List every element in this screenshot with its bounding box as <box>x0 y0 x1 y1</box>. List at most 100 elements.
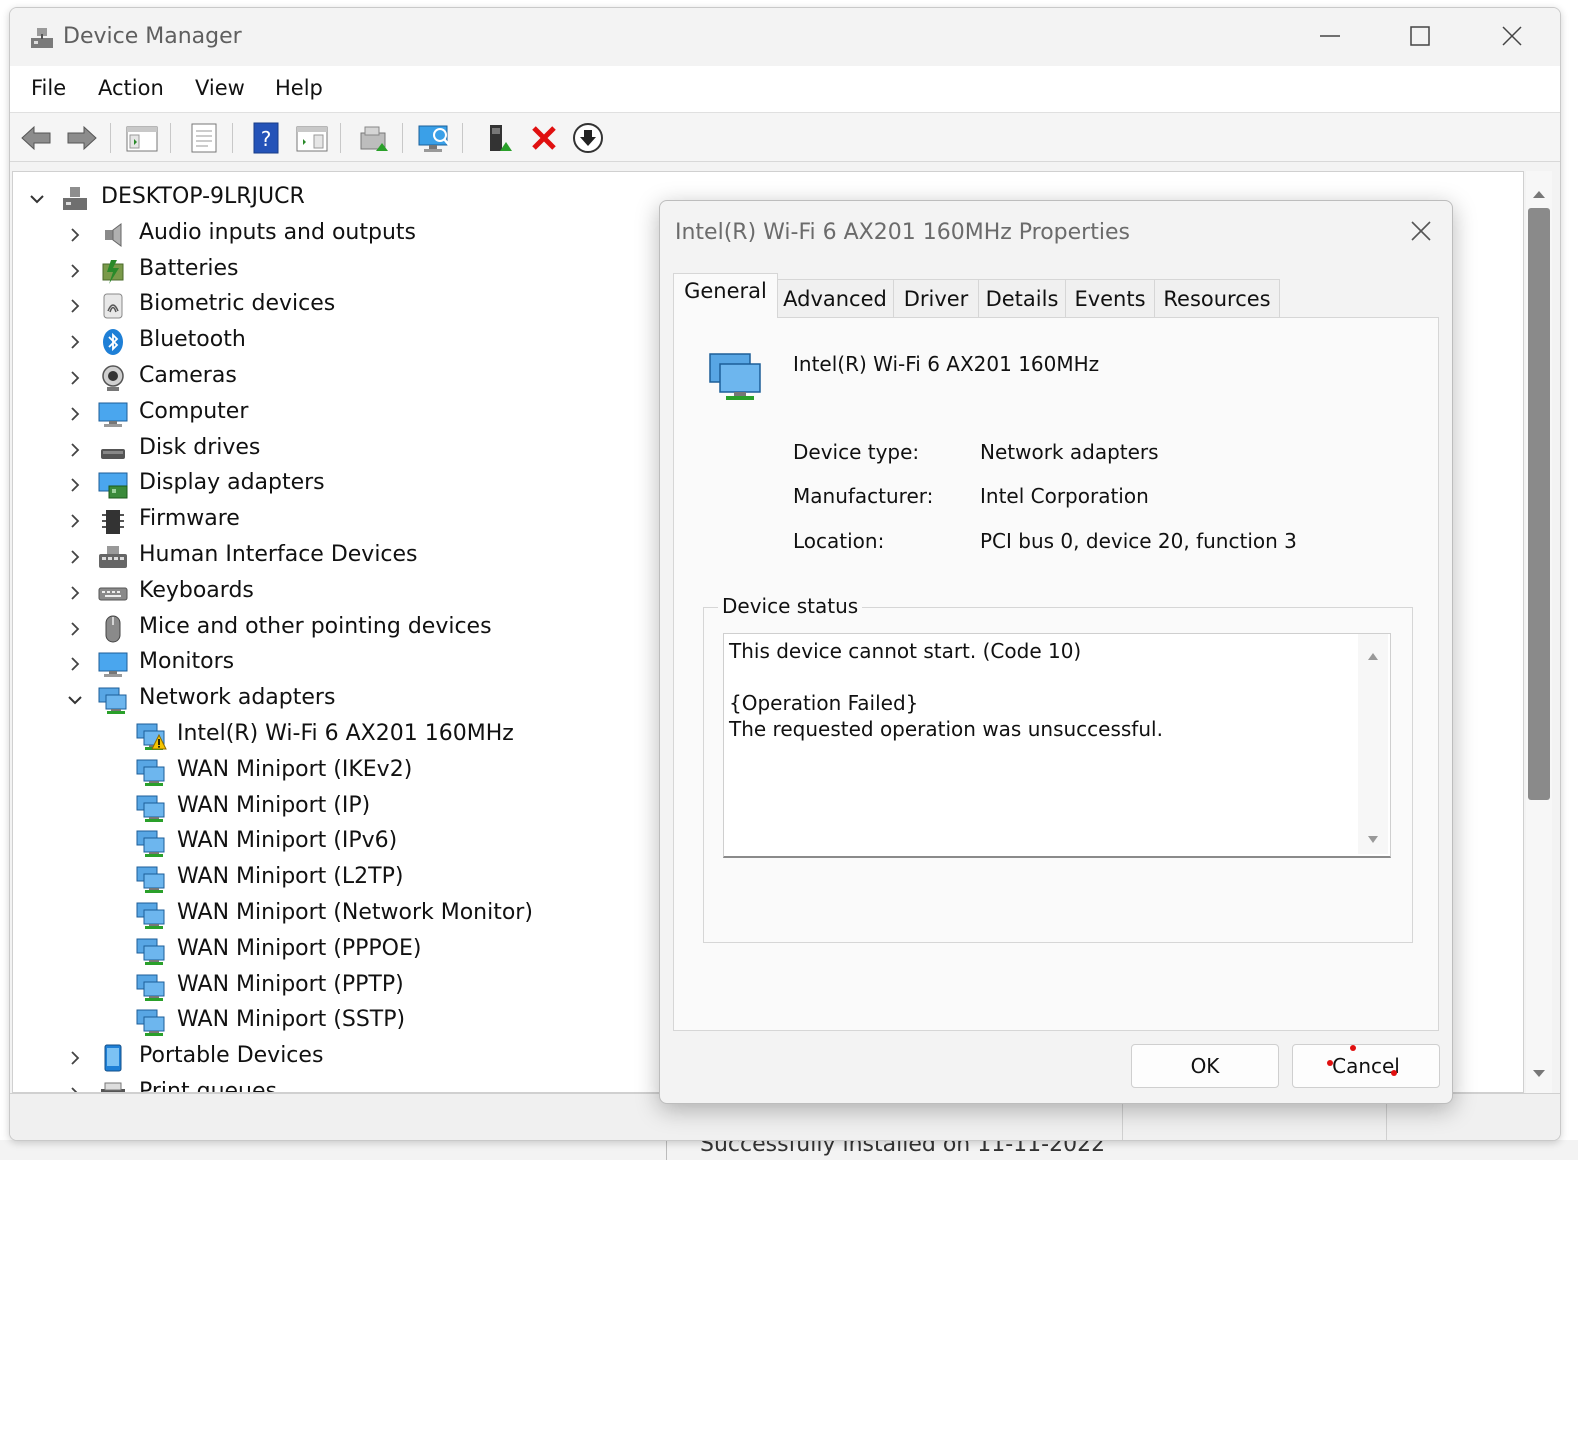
tree-item-label: Human Interface Devices <box>139 542 418 567</box>
menu-view[interactable]: View <box>195 76 245 100</box>
tab-events[interactable]: Events <box>1066 279 1155 318</box>
tree-item-wan-miniport-l2tp[interactable]: WAN Miniport (L2TP) <box>13 862 653 896</box>
status-line: The requested operation was unsuccessful… <box>729 717 1163 741</box>
help-icon[interactable]: ? <box>248 121 284 155</box>
tree-item-print-queues[interactable]: Print queues <box>13 1077 653 1093</box>
chevron-right-icon[interactable] <box>65 1083 85 1092</box>
red-marker-dot <box>1350 1045 1356 1051</box>
chevron-right-icon[interactable] <box>65 582 85 604</box>
portable-device-icon <box>97 1043 129 1073</box>
tree-item-disk-drives[interactable]: Disk drives <box>13 433 653 467</box>
scroll-down-arrow-icon[interactable] <box>1367 830 1379 843</box>
forward-arrow-icon[interactable] <box>64 121 100 155</box>
scroll-up-arrow-icon[interactable] <box>1367 646 1379 660</box>
status-scrollbar[interactable] <box>1358 634 1388 854</box>
display-adapter-icon <box>97 470 129 500</box>
chevron-right-icon[interactable] <box>65 1047 85 1069</box>
tree-item-human-interface-devices[interactable]: Human Interface Devices <box>13 540 653 574</box>
ok-button[interactable]: OK <box>1131 1044 1279 1088</box>
chevron-right-icon[interactable] <box>65 295 85 317</box>
tree-item-wan-miniport-ipv6[interactable]: WAN Miniport (IPv6) <box>13 826 653 860</box>
tab-driver[interactable]: Driver <box>894 279 979 318</box>
tree-item-wan-miniport-pppoe[interactable]: WAN Miniport (PPPOE) <box>13 934 653 968</box>
disk-drive-icon <box>97 435 129 465</box>
chevron-right-icon[interactable] <box>65 546 85 568</box>
chevron-right-icon[interactable] <box>65 439 85 461</box>
chevron-right-icon[interactable] <box>65 618 85 640</box>
chevron-right-icon[interactable] <box>65 260 85 282</box>
title-bar[interactable]: Device Manager <box>10 8 1560 66</box>
chevron-right-icon[interactable] <box>65 224 85 246</box>
tree-item-wan-miniport-pptp[interactable]: WAN Miniport (PPTP) <box>13 970 653 1004</box>
chevron-down-icon[interactable] <box>27 188 47 210</box>
tree-item-portable-devices[interactable]: Portable Devices <box>13 1041 653 1075</box>
tree-item-label: Display adapters <box>139 470 325 496</box>
cancel-button[interactable]: Cancel <box>1292 1044 1440 1088</box>
back-arrow-icon[interactable] <box>18 121 54 155</box>
scan-hardware-icon[interactable] <box>416 121 452 155</box>
general-tab-panel: Intel(R) Wi-Fi 6 AX201 160MHz Device typ… <box>673 317 1439 1031</box>
wan-adapter-icon <box>135 900 167 930</box>
wan-adapter-icon <box>135 1007 167 1037</box>
tree-item-audio-inputs-and-outputs[interactable]: Audio inputs and outputs <box>13 218 653 252</box>
device-status-group: Device status This device cannot start. … <box>703 594 1413 943</box>
tab-advanced[interactable]: Advanced <box>777 279 894 318</box>
properties-icon[interactable] <box>186 121 222 155</box>
uninstall-device-icon[interactable] <box>526 121 562 155</box>
tree-item-network-adapters[interactable]: Network adapters <box>13 683 653 717</box>
svg-text:?: ? <box>261 127 272 151</box>
close-window-button[interactable] <box>1492 20 1532 52</box>
tree-root[interactable]: DESKTOP-9LRJUCR <box>13 182 653 216</box>
tree-item-keyboards[interactable]: Keyboards <box>13 576 653 610</box>
device-status-textbox[interactable]: This device cannot start. (Code 10) {Ope… <box>723 633 1391 858</box>
menu-help[interactable]: Help <box>275 76 323 100</box>
tree-item-mice-and-other-pointing-devices[interactable]: Mice and other pointing devices <box>13 612 653 646</box>
scroll-up-arrow-icon[interactable] <box>1530 186 1548 202</box>
tree-item-bluetooth[interactable]: Bluetooth <box>13 325 653 359</box>
enable-device-icon[interactable] <box>480 121 516 155</box>
scroll-down-arrow-icon[interactable] <box>1530 1066 1548 1082</box>
tree-item-label: Disk drives <box>139 434 261 460</box>
tab-details[interactable]: Details <box>979 279 1066 318</box>
tree-item-wan-miniport-sstp[interactable]: WAN Miniport (SSTP) <box>13 1005 653 1039</box>
menu-action[interactable]: Action <box>98 76 164 100</box>
update-driver-icon[interactable] <box>356 121 392 155</box>
tree-item-display-adapters[interactable]: Display adapters <box>13 468 653 502</box>
wan-adapter-icon <box>135 972 167 1002</box>
console-tree-icon[interactable] <box>124 121 160 155</box>
action-pane-icon[interactable] <box>294 121 330 155</box>
tree-item-label: Biometric devices <box>139 291 336 317</box>
tree-item-label: Audio inputs and outputs <box>139 219 416 245</box>
minimize-button[interactable] <box>1310 20 1350 52</box>
wan-adapter-icon <box>135 936 167 966</box>
chevron-right-icon[interactable] <box>65 331 85 353</box>
tree-item-monitors[interactable]: Monitors <box>13 647 653 681</box>
menu-file[interactable]: File <box>31 76 66 100</box>
chevron-right-icon[interactable] <box>65 653 85 675</box>
chevron-right-icon[interactable] <box>65 403 85 425</box>
tree-item-computer[interactable]: Computer <box>13 397 653 431</box>
tree-item-wan-miniport-ip[interactable]: WAN Miniport (IP) <box>13 791 653 825</box>
tree-scrollbar-thumb[interactable] <box>1528 208 1550 800</box>
download-driver-icon[interactable] <box>570 121 606 155</box>
device-name: Intel(R) Wi-Fi 6 AX201 160MHz <box>793 352 1100 376</box>
chevron-right-icon[interactable] <box>65 367 85 389</box>
tree-item-firmware[interactable]: Firmware <box>13 504 653 538</box>
dialog-close-button[interactable] <box>1402 215 1438 247</box>
chevron-right-icon[interactable] <box>65 510 85 532</box>
tree-item-intel-r-wi-fi-6-ax201-160mhz[interactable]: Intel(R) Wi-Fi 6 AX201 160MHz <box>13 719 653 753</box>
tab-general[interactable]: General <box>673 273 778 318</box>
chevron-right-icon[interactable] <box>65 474 85 496</box>
tree-item-batteries[interactable]: Batteries <box>13 254 653 288</box>
tree-item-wan-miniport-ikev2[interactable]: WAN Miniport (IKEv2) <box>13 755 653 789</box>
tree-item-label: Print queues <box>139 1079 277 1093</box>
tree-item-label: Computer <box>139 398 249 424</box>
tree-item-wan-miniport-network-monitor[interactable]: WAN Miniport (Network Monitor) <box>13 898 653 932</box>
maximize-button[interactable] <box>1400 20 1440 52</box>
tree-item-cameras[interactable]: Cameras <box>13 361 653 395</box>
tab-resources[interactable]: Resources <box>1155 279 1280 318</box>
tree-item-label: WAN Miniport (IPv6) <box>177 828 398 854</box>
chevron-down-icon[interactable] <box>65 689 85 711</box>
tree-item-biometric-devices[interactable]: Biometric devices <box>13 289 653 323</box>
dialog-title: Intel(R) Wi-Fi 6 AX201 160MHz Properties <box>675 220 1130 245</box>
